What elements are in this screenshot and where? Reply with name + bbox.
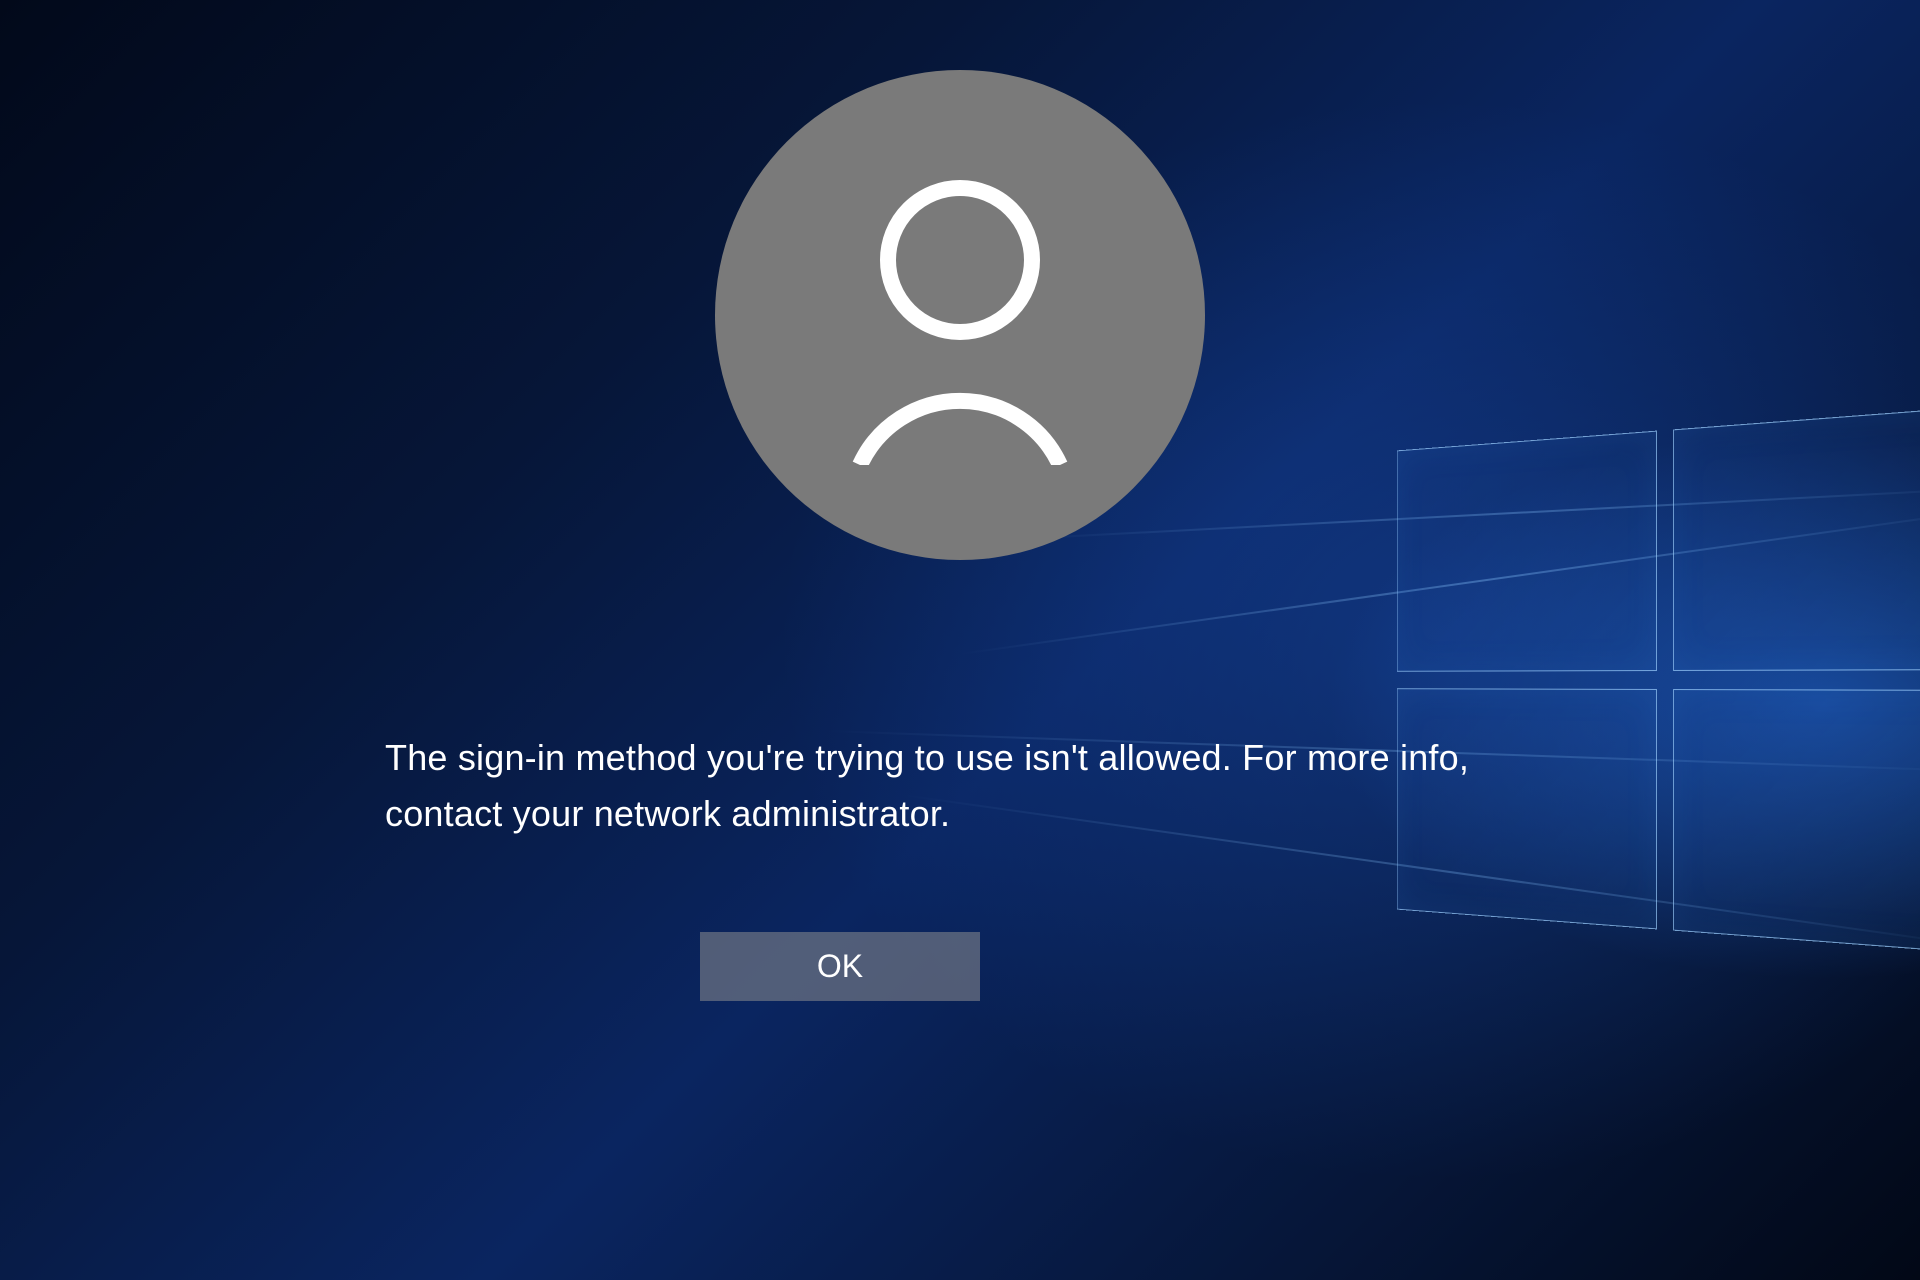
user-avatar: [715, 70, 1205, 560]
user-icon: [830, 165, 1090, 465]
ok-button[interactable]: OK: [700, 932, 980, 1001]
windows-logo-pane: [1673, 406, 1920, 671]
windows-logo-pane: [1673, 689, 1920, 954]
error-message: The sign-in method you're trying to use …: [385, 730, 1535, 842]
login-panel: The sign-in method you're trying to use …: [360, 70, 1560, 1001]
